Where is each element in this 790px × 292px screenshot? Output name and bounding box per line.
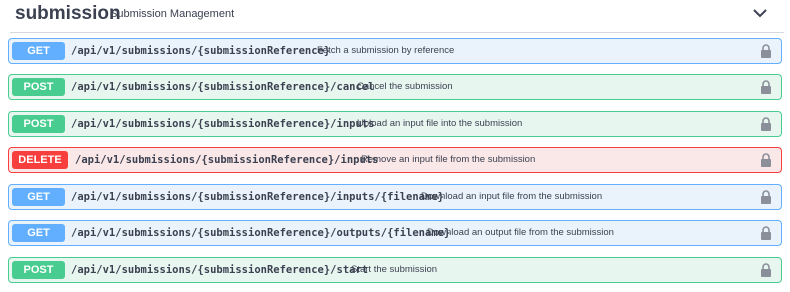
operation-path: /api/v1/submissions/{submissionReference… xyxy=(71,118,375,130)
operation-summary: Download an input file from the submissi… xyxy=(421,191,603,202)
method-badge: POST xyxy=(12,261,65,279)
lock-icon[interactable] xyxy=(760,117,772,131)
operation-post-start[interactable]: POST /api/v1/submissions/{submissionRefe… xyxy=(8,257,782,283)
operation-post-cancel[interactable]: POST /api/v1/submissions/{submissionRefe… xyxy=(8,74,782,100)
operation-get-submission[interactable]: GET /api/v1/submissions/{submissionRefer… xyxy=(8,38,782,64)
lock-icon[interactable] xyxy=(760,44,772,58)
tag-section-submission: submission Submission Management GET /ap… xyxy=(0,0,790,292)
operation-get-output-file[interactable]: GET /api/v1/submissions/{submissionRefer… xyxy=(8,220,782,246)
method-badge: POST xyxy=(12,78,65,96)
operation-path: /api/v1/submissions/{submissionReference… xyxy=(75,154,379,166)
method-badge: GET xyxy=(12,42,65,60)
method-badge: POST xyxy=(12,115,65,133)
header-divider xyxy=(10,32,784,33)
operation-path: /api/v1/submissions/{submissionReference… xyxy=(71,227,451,239)
operation-summary: Fetch a submission by reference xyxy=(317,45,455,56)
operation-path: /api/v1/submissions/{submissionReference… xyxy=(71,81,375,93)
lock-icon[interactable] xyxy=(760,190,772,204)
operation-summary: Download an output file from the submiss… xyxy=(427,227,614,238)
chevron-down-icon[interactable] xyxy=(751,6,769,20)
method-badge: GET xyxy=(12,224,65,242)
lock-icon[interactable] xyxy=(760,226,772,240)
operation-post-inputs[interactable]: POST /api/v1/submissions/{submissionRefe… xyxy=(8,111,782,137)
operation-summary: Remove an input file from the submission xyxy=(361,154,536,165)
lock-icon[interactable] xyxy=(760,263,772,277)
operation-summary: Upload an input file into the submission xyxy=(357,118,523,129)
operation-path: /api/v1/submissions/{submissionReference… xyxy=(71,191,444,203)
operation-path: /api/v1/submissions/{submissionReference… xyxy=(71,45,331,57)
operation-get-input-file[interactable]: GET /api/v1/submissions/{submissionRefer… xyxy=(8,184,782,210)
tag-title: submission xyxy=(15,3,121,24)
tag-description: Submission Management xyxy=(110,8,235,20)
method-badge: GET xyxy=(12,188,65,206)
tag-header[interactable]: submission Submission Management xyxy=(0,0,790,33)
operation-summary: Start the submission xyxy=(351,264,438,275)
operation-summary: Cancel the submission xyxy=(357,81,453,92)
lock-icon[interactable] xyxy=(760,80,772,94)
method-badge: DELETE xyxy=(12,151,68,169)
lock-icon[interactable] xyxy=(760,153,772,167)
operation-path: /api/v1/submissions/{submissionReference… xyxy=(71,264,369,276)
operation-delete-inputs[interactable]: DELETE /api/v1/submissions/{submissionRe… xyxy=(8,147,782,173)
